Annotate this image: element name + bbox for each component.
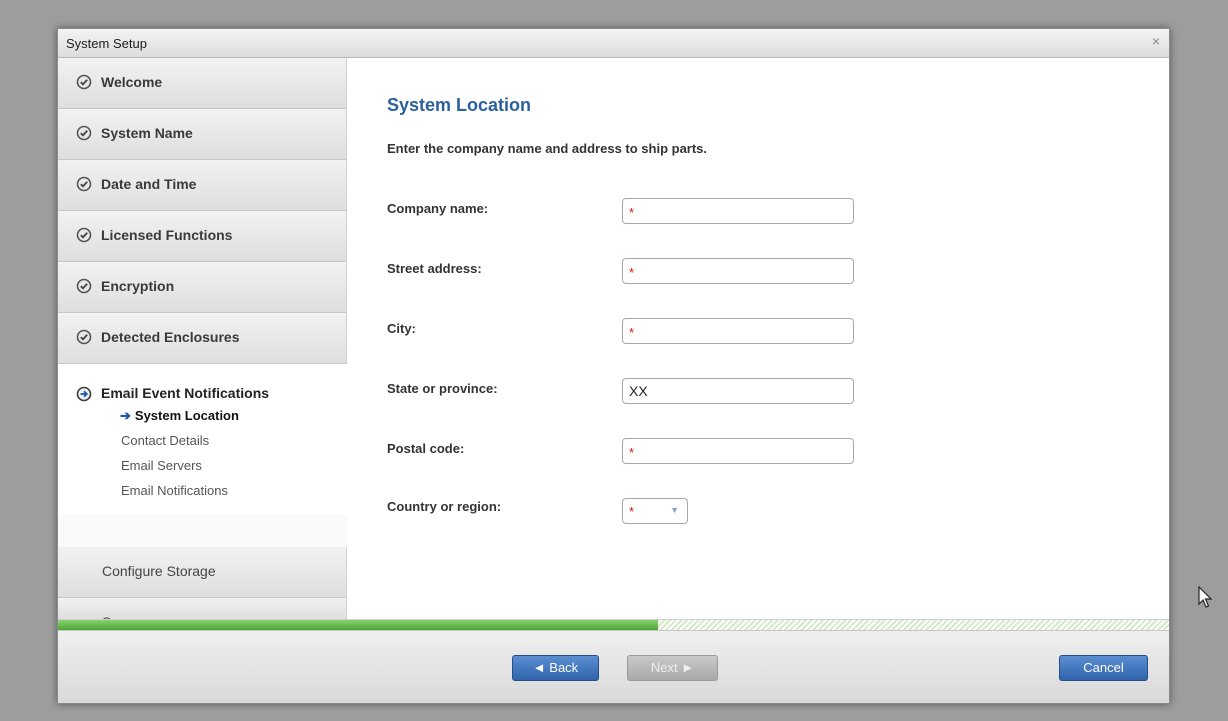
setup-progress-bar	[58, 619, 1169, 631]
chevron-down-icon: ▼	[670, 505, 679, 515]
step-detected-enclosures[interactable]: Detected Enclosures	[58, 313, 347, 364]
next-button[interactable]: Next ►	[627, 655, 718, 681]
substep-label: Contact Details	[121, 433, 210, 448]
step-date-and-time[interactable]: Date and Time	[58, 160, 347, 211]
step-configure-storage[interactable]: Configure Storage	[58, 547, 347, 598]
title-bar: System Setup ×	[58, 29, 1169, 58]
city-field[interactable]	[622, 318, 854, 344]
step-system-name[interactable]: System Name	[58, 109, 347, 160]
arrow-circle-icon	[76, 386, 92, 402]
street-address-label: Street address:	[387, 261, 482, 276]
mouse-pointer-icon	[1198, 586, 1213, 608]
postal-code-field[interactable]	[622, 438, 854, 464]
step-label: Date and Time	[101, 176, 197, 192]
check-circle-icon	[76, 176, 92, 192]
step-label: Email Event Notifications	[101, 385, 270, 401]
company-name-label: Company name:	[387, 201, 489, 216]
step-label: System Name	[101, 125, 193, 141]
step-label: Configure Storage	[102, 563, 216, 579]
cancel-button[interactable]: Cancel	[1059, 655, 1148, 681]
step-label: Detected Enclosures	[101, 329, 240, 345]
state-field[interactable]	[622, 378, 854, 404]
back-button[interactable]: ◄ Back	[512, 655, 599, 681]
check-circle-icon	[76, 125, 92, 141]
check-circle-icon	[76, 74, 92, 90]
step-encryption[interactable]: Encryption	[58, 262, 347, 313]
page-title: System Location	[387, 95, 532, 115]
step-summary[interactable]: Summary	[58, 598, 347, 630]
setup-steps-sidebar: Welcome System Name Date and Time Licens…	[58, 58, 347, 630]
city-label: City:	[387, 321, 416, 336]
progress-fill	[58, 620, 658, 630]
substep-label: System Location	[134, 408, 239, 423]
country-label: Country or region:	[387, 499, 502, 514]
current-arrow-icon: ➔	[120, 408, 131, 423]
company-name-field[interactable]	[622, 198, 854, 224]
step-welcome[interactable]: Welcome	[58, 58, 347, 109]
country-select[interactable]: * ▼	[622, 498, 688, 524]
step-label: Licensed Functions	[101, 227, 233, 243]
substep-label: Email Servers	[121, 458, 202, 473]
required-marker: *	[629, 504, 635, 519]
button-footer: ◄ Back Next ► Cancel	[58, 631, 1169, 703]
street-address-field[interactable]	[622, 258, 854, 284]
postal-code-label: Postal code:	[387, 441, 465, 456]
substep-email-notifications[interactable]: Email Notifications	[121, 483, 228, 498]
page-description: Enter the company name and address to sh…	[387, 141, 708, 156]
system-setup-dialog: System Setup × Welcome System Name Date …	[57, 28, 1170, 704]
step-label: Welcome	[101, 74, 163, 90]
window-title: System Setup	[66, 36, 147, 51]
substep-email-servers[interactable]: Email Servers	[121, 458, 202, 473]
check-circle-icon	[76, 329, 92, 345]
step-email-event-notifications[interactable]: Email Event Notifications ➔ System Locati…	[58, 364, 347, 515]
close-icon[interactable]: ×	[1152, 33, 1160, 49]
state-label: State or province:	[387, 381, 498, 396]
substep-label: Email Notifications	[121, 483, 228, 498]
check-circle-icon	[76, 278, 92, 294]
check-circle-icon	[76, 227, 92, 243]
system-location-panel: System Location Enter the company name a…	[348, 58, 1168, 619]
step-licensed-functions[interactable]: Licensed Functions	[58, 211, 347, 262]
substep-system-location[interactable]: ➔ System Location	[120, 408, 239, 424]
step-label: Encryption	[101, 278, 175, 294]
substep-contact-details[interactable]: Contact Details	[121, 433, 209, 448]
